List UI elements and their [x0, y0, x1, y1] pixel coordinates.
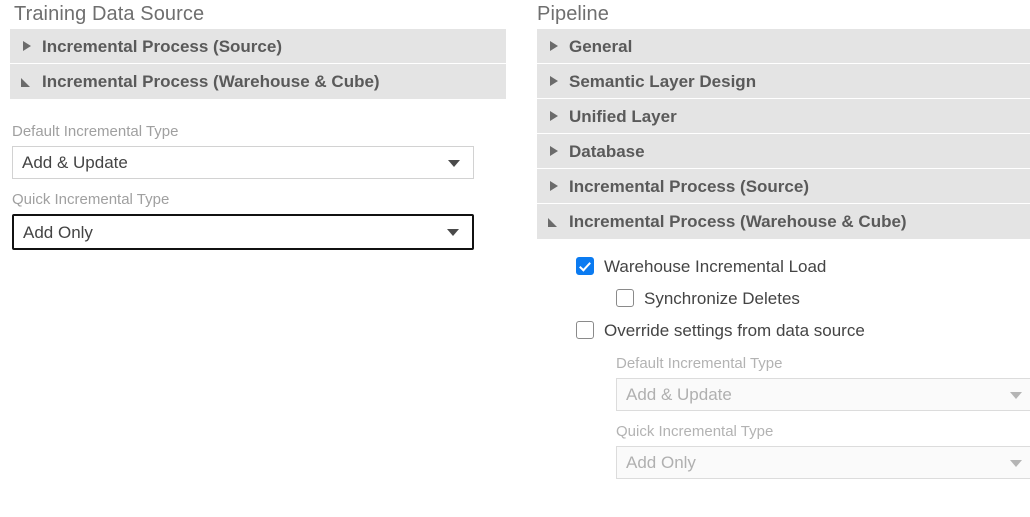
- checkbox-label-override-settings-from-data-source[interactable]: Override settings from data source: [594, 322, 865, 339]
- accordion-label: Semantic Layer Design: [563, 73, 756, 90]
- checkbox-row-synchronize-deletes[interactable]: Synchronize Deletes: [616, 289, 1030, 307]
- checkbox-label-synchronize-deletes[interactable]: Synchronize Deletes: [634, 290, 800, 307]
- checkbox-synchronize-deletes[interactable]: [616, 289, 634, 307]
- select-default-incremental-type-right: Add & Update: [616, 378, 1030, 411]
- select-default-incremental-type-left[interactable]: Add & Update: [12, 146, 474, 179]
- accordion-label: Incremental Process (Warehouse & Cube): [36, 73, 380, 90]
- field-label-default-incremental-type: Default Incremental Type: [12, 121, 519, 143]
- chevron-down-icon: [1010, 392, 1022, 399]
- field-label-default-incremental-type: Default Incremental Type: [616, 353, 1030, 375]
- checkbox-label-warehouse-incremental-load[interactable]: Warehouse Incremental Load: [594, 258, 826, 275]
- field-label-quick-incremental-type: Quick Incremental Type: [616, 421, 1030, 443]
- checkbox-row-warehouse-incremental-load[interactable]: Warehouse Incremental Load: [576, 257, 1030, 275]
- select-value: Add & Update: [13, 154, 128, 171]
- accordion-label: Incremental Process (Warehouse & Cube): [563, 213, 907, 230]
- accordion-header-semantic-layer-design[interactable]: Semantic Layer Design: [537, 64, 1030, 99]
- accordion-header-incremental-process-source[interactable]: Incremental Process (Source): [537, 169, 1030, 204]
- accordion-label: Database: [563, 143, 645, 160]
- checkbox-override-settings-from-data-source[interactable]: [576, 321, 594, 339]
- checkbox-row-override-settings[interactable]: Override settings from data source: [576, 321, 1030, 339]
- field-default-incremental-type-left: Default Incremental Type Add & Update: [12, 121, 519, 179]
- left-form-body: Default Incremental Type Add & Update Qu…: [10, 99, 519, 250]
- select-value: Add & Update: [617, 386, 732, 403]
- accordion-label: Incremental Process (Source): [563, 178, 809, 195]
- field-quick-incremental-type-right: Quick Incremental Type Add Only: [616, 421, 1030, 479]
- field-default-incremental-type-right: Default Incremental Type Add & Update: [616, 353, 1030, 411]
- right-form-body: Warehouse Incremental Load Synchronize D…: [576, 239, 1030, 479]
- right-accordion: General Semantic Layer Design Unified La…: [537, 29, 1030, 239]
- chevron-down-icon: [18, 73, 36, 91]
- page-title-training-data-source: Training Data Source: [10, 0, 519, 29]
- left-accordion: Incremental Process (Source) Incremental…: [10, 29, 506, 99]
- accordion-header-incremental-process-warehouse-cube-left[interactable]: Incremental Process (Warehouse & Cube): [10, 64, 506, 99]
- settings-screen: Training Data Source Incremental Process…: [0, 0, 1030, 517]
- accordion-header-incremental-process-warehouse-cube[interactable]: Incremental Process (Warehouse & Cube): [537, 204, 1030, 239]
- chevron-right-icon: [545, 177, 563, 195]
- chevron-down-icon: [545, 213, 563, 231]
- accordion-header-general[interactable]: General: [537, 29, 1030, 64]
- accordion-label: Incremental Process (Source): [36, 38, 282, 55]
- chevron-right-icon: [545, 72, 563, 90]
- chevron-right-icon: [545, 107, 563, 125]
- field-quick-incremental-type-left: Quick Incremental Type Add Only: [12, 189, 519, 250]
- field-label-quick-incremental-type: Quick Incremental Type: [12, 189, 519, 211]
- accordion-header-database[interactable]: Database: [537, 134, 1030, 169]
- select-quick-incremental-type-right: Add Only: [616, 446, 1030, 479]
- chevron-down-icon: [447, 229, 459, 236]
- chevron-right-icon: [18, 37, 36, 55]
- select-value: Add Only: [14, 224, 93, 241]
- chevron-right-icon: [545, 37, 563, 55]
- accordion-header-incremental-process-source-left[interactable]: Incremental Process (Source): [10, 29, 506, 64]
- chevron-down-icon: [1010, 460, 1022, 467]
- chevron-down-icon: [448, 160, 460, 167]
- chevron-right-icon: [545, 142, 563, 160]
- select-quick-incremental-type-left[interactable]: Add Only: [12, 214, 474, 250]
- accordion-label: Unified Layer: [563, 108, 677, 125]
- pipeline-panel: Pipeline General Semantic Layer Design U…: [519, 0, 1030, 517]
- accordion-header-unified-layer[interactable]: Unified Layer: [537, 99, 1030, 134]
- select-value: Add Only: [617, 454, 696, 471]
- training-data-source-panel: Training Data Source Incremental Process…: [0, 0, 519, 517]
- accordion-label: General: [563, 38, 632, 55]
- override-settings-subform: Default Incremental Type Add & Update Qu…: [616, 353, 1030, 479]
- page-title-pipeline: Pipeline: [523, 0, 1030, 29]
- checkbox-warehouse-incremental-load[interactable]: [576, 257, 594, 275]
